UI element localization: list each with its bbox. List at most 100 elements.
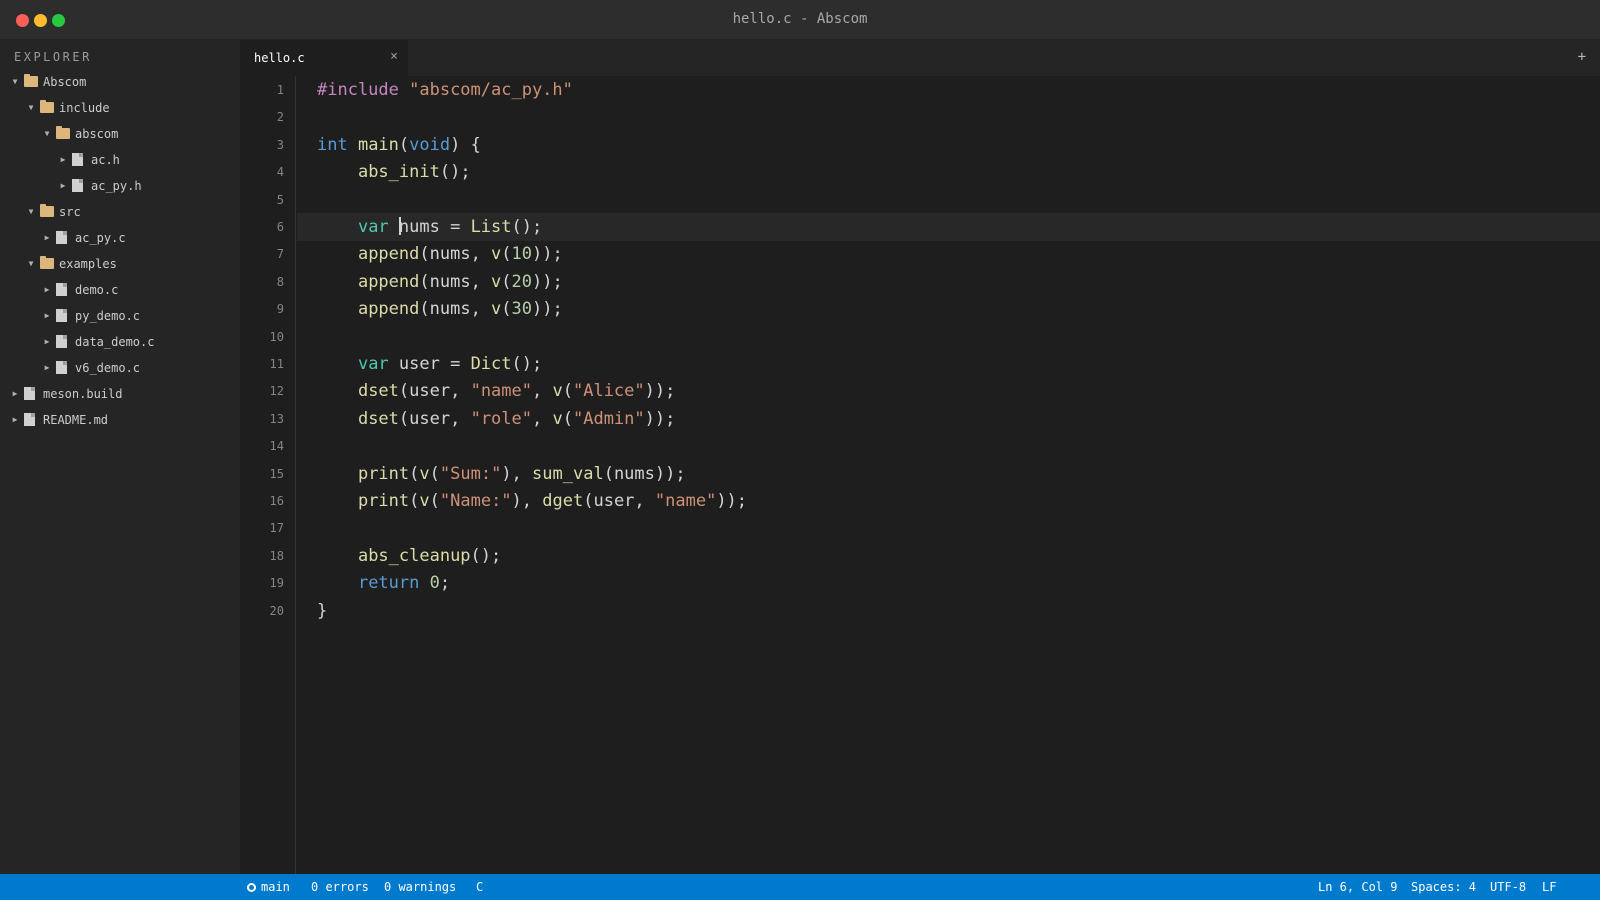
chevron-down-icon[interactable]: ▼ (26, 251, 36, 277)
line-number: 11 (269, 357, 284, 371)
warnings-count[interactable]: 0 warnings (384, 874, 456, 900)
line-ending[interactable]: LF (1542, 874, 1556, 900)
code-token: nums, (429, 244, 492, 264)
code-token: var (357, 354, 399, 374)
code-token: ( (419, 299, 430, 319)
code-text: abs_cleanup(); (317, 542, 501, 570)
code-line[interactable]: append(nums, v(30)); (297, 295, 1600, 323)
code-token: abs_init (357, 162, 440, 182)
file-tree: ▼ Abscom ▼ include ▼ abscom ▶ ac.h ▶ ac_py.h ▼ src ▶… (0, 69, 240, 433)
code-token: "name" (470, 381, 532, 401)
code-line[interactable] (297, 432, 1600, 460)
code-token: v (419, 491, 430, 511)
file-item[interactable]: ▶ README.md (0, 407, 240, 433)
chevron-right-icon[interactable]: ▶ (58, 173, 68, 199)
code-line[interactable]: #include "abscom/ac_py.h" (297, 76, 1600, 104)
code-token: ), (511, 491, 543, 511)
line-number: 7 (276, 247, 284, 261)
code-line[interactable]: abs_init(); (297, 158, 1600, 186)
tree-item-label: ac_py.c (75, 231, 126, 245)
code-token: int (317, 135, 358, 155)
tab-close-icon[interactable]: × (390, 40, 398, 74)
code-text: return 0; (317, 569, 450, 597)
folder-item[interactable]: ▼ include (0, 95, 240, 121)
new-tab-button[interactable]: + (1578, 40, 1586, 74)
code-line[interactable]: return 0; (297, 569, 1600, 597)
window-title: hello.c - Abscom (732, 11, 868, 27)
chevron-right-icon[interactable]: ▶ (42, 225, 52, 251)
chevron-right-icon[interactable]: ▶ (10, 407, 20, 433)
code-token: "role" (470, 409, 532, 429)
code-area[interactable]: #include "abscom/ac_py.h"int main(void) … (297, 76, 1600, 874)
file-item[interactable]: ▶ meson.build (0, 381, 240, 407)
chevron-right-icon[interactable]: ▶ (10, 381, 20, 407)
chevron-down-icon[interactable]: ▼ (26, 199, 36, 225)
code-token: ( (603, 464, 614, 484)
file-item[interactable]: ▶ ac_py.c (0, 225, 240, 251)
file-item[interactable]: ▶ py_demo.c (0, 303, 240, 329)
code-line[interactable] (297, 323, 1600, 351)
folder-item[interactable]: ▼ abscom (0, 121, 240, 147)
folder-icon (40, 204, 54, 217)
tree-item-label: demo.c (75, 283, 119, 297)
chevron-right-icon[interactable]: ▶ (42, 303, 52, 329)
code-text: dset(user, "name", v("Alice")); (317, 377, 675, 405)
folder-item[interactable]: ▼ Abscom (0, 69, 240, 95)
file-item[interactable]: ▶ v6_demo.c (0, 355, 240, 381)
indentation[interactable]: Spaces: 4 (1411, 874, 1476, 900)
file-item[interactable]: ▶ demo.c (0, 277, 240, 303)
chevron-right-icon[interactable]: ▶ (42, 277, 52, 303)
file-item[interactable]: ▶ data_demo.c (0, 329, 240, 355)
code-text: append(nums, v(20)); (317, 268, 563, 296)
chevron-down-icon[interactable]: ▼ (10, 69, 20, 95)
code-line[interactable]: } (297, 597, 1600, 625)
code-line[interactable]: var user = Dict(); (297, 350, 1600, 378)
line-number: 8 (276, 275, 284, 289)
errors-count[interactable]: 0 errors (311, 874, 369, 900)
line-number: 5 (276, 193, 284, 207)
code-token: } (317, 601, 328, 621)
code-token: dget (542, 491, 584, 511)
code-token: append (357, 272, 420, 292)
code-text: } (317, 597, 327, 625)
file-icon (56, 361, 67, 374)
chevron-right-icon[interactable]: ▶ (58, 147, 68, 173)
chevron-right-icon[interactable]: ▶ (42, 329, 52, 355)
code-token: print (357, 464, 410, 484)
code-line[interactable]: abs_cleanup(); (297, 542, 1600, 570)
folder-item[interactable]: ▼ examples (0, 251, 240, 277)
chevron-down-icon[interactable]: ▼ (42, 121, 52, 147)
encoding[interactable]: UTF-8 (1490, 874, 1526, 900)
folder-item[interactable]: ▼ src (0, 199, 240, 225)
tree-item-label: ac_py.h (91, 179, 142, 193)
file-item[interactable]: ▶ ac_py.h (0, 173, 240, 199)
code-line[interactable] (297, 514, 1600, 542)
code-line[interactable] (297, 186, 1600, 214)
chevron-down-icon[interactable]: ▼ (26, 95, 36, 121)
code-token: sum_val (532, 464, 604, 484)
branch-indicator[interactable]: main (247, 874, 290, 900)
tab-hello-c[interactable]: hello.c × (240, 40, 408, 76)
code-token: ( (398, 381, 410, 401)
file-item[interactable]: ▶ ac.h (0, 147, 240, 173)
code-line[interactable] (297, 103, 1600, 131)
code-line[interactable]: print(v("Sum:"), sum_val(nums)); (297, 460, 1600, 488)
code-line[interactable]: print(v("Name:"), dget(user, "name")); (297, 487, 1600, 515)
line-number: 15 (269, 467, 284, 481)
cursor-position[interactable]: Ln 6, Col 9 (1318, 874, 1397, 900)
language-mode[interactable]: C (476, 874, 483, 900)
code-line[interactable]: dset(user, "name", v("Alice")); (297, 377, 1600, 405)
code-line[interactable]: append(nums, v(20)); (297, 268, 1600, 296)
active-code-line[interactable]: var nums = List(); (297, 213, 1600, 241)
code-editor[interactable]: 1 2 3 4 5 6 7 8 9 10 11 12 13 14 15 16 17 18 19 20 #include… (240, 76, 1600, 874)
code-line[interactable]: dset(user, "role", v("Admin")); (297, 405, 1600, 433)
code-text: print(v("Name:"), dget(user, "name")); (317, 487, 747, 515)
code-line[interactable]: int main(void) { (297, 131, 1600, 159)
tree-item-label: Abscom (43, 75, 87, 89)
code-line[interactable]: append(nums, v(10)); (297, 240, 1600, 268)
code-token: "abscom/ac_py.h" (409, 80, 573, 100)
code-text: append(nums, v(10)); (317, 240, 563, 268)
chevron-right-icon[interactable]: ▶ (42, 355, 52, 381)
